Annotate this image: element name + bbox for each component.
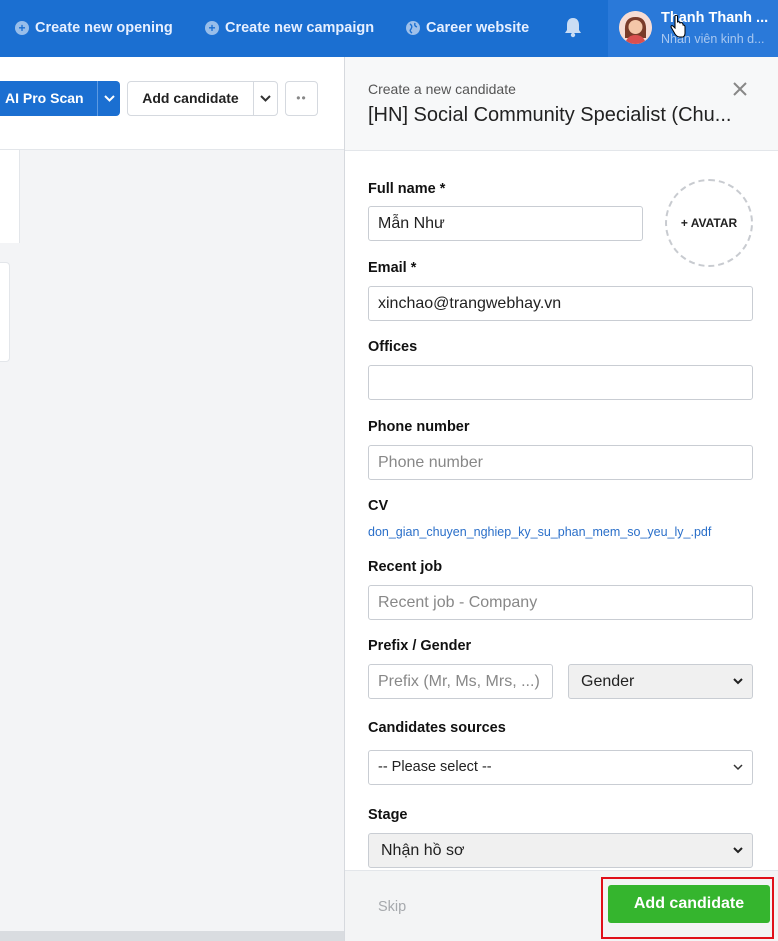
phone-input[interactable]: Phone number [368,445,753,480]
recent-job-input[interactable]: Recent job - Company [368,585,753,620]
gender-select-value: Gender [581,673,635,690]
stage-select-value: Nhận hồ sơ [381,842,465,859]
recent-job-label: Recent job [368,559,443,575]
chevron-down-icon [260,95,271,102]
stage-select[interactable]: Nhận hồ sơ [368,833,753,868]
globe-icon [406,21,420,35]
chevron-down-icon [104,95,115,102]
user-avatar [619,11,652,44]
mouse-pointer-icon [670,14,686,39]
full-name-label: Full name * [368,181,446,197]
create-new-campaign-label: Create new campaign [225,20,375,36]
candidate-sources-select[interactable]: -- Please select -- [368,750,753,785]
create-new-opening-link[interactable]: + Create new opening [15,18,173,38]
prefix-input[interactable]: Prefix (Mr, Ms, Mrs, ...) [368,664,553,699]
prefix-gender-label: Prefix / Gender [368,638,472,654]
ai-pro-scan-dropdown[interactable] [97,81,120,116]
create-new-campaign-link[interactable]: + Create new campaign [205,18,374,38]
cv-file-link[interactable]: don_gian_chuyen_nghiep_ky_su_phan_mem_so… [368,525,711,539]
user-menu[interactable]: Thanh Thanh ... Nhân viên kinh d... [608,0,778,57]
drawer-title: [HN] Social Community Specialist (Chu... [368,104,732,126]
avatar-upload[interactable]: + AVATAR [665,179,753,267]
top-navigation-bar: + Create new opening + Create new campai… [0,0,778,57]
create-candidate-drawer: Create a new candidate [HN] Social Commu… [344,57,778,941]
horizontal-scrollbar[interactable] [0,931,345,941]
drawer-header: Create a new candidate [HN] Social Commu… [345,57,778,151]
plus-circle-icon: + [15,21,29,35]
chevron-down-icon [732,834,744,870]
phone-label: Phone number [368,419,470,435]
skip-button[interactable]: Skip [378,899,406,915]
create-new-opening-label: Create new opening [35,20,173,36]
email-input[interactable]: xinchao@trangwebhay.vn [368,286,753,321]
candidate-sources-value: -- Please select -- [378,759,492,775]
more-options-button[interactable]: •• [285,81,318,116]
full-name-input[interactable]: Mẫn Như [368,206,643,241]
drawer-subtitle: Create a new candidate [368,81,516,97]
cv-label: CV [368,498,389,514]
chevron-down-icon [732,665,744,711]
notification-bell-icon[interactable] [563,16,583,38]
career-website-link[interactable]: Career website [406,18,529,38]
add-candidate-submit-button[interactable]: Add candidate [608,885,770,923]
collapsed-side-panel [0,150,20,243]
add-candidate-toolbar-button[interactable]: Add candidate [127,81,254,116]
ai-pro-scan-button[interactable]: AI Pro Scan [0,81,97,116]
career-website-label: Career website [426,20,530,36]
stage-label: Stage [368,807,408,823]
email-label: Email * [368,260,417,276]
collapsed-card [0,262,10,362]
plus-circle-icon: + [205,21,219,35]
offices-input[interactable] [368,365,753,400]
chevron-down-icon [732,751,744,797]
candidate-sources-label: Candidates sources [368,720,506,736]
offices-label: Offices [368,339,418,355]
candidate-form: Full name * Mẫn Như + AVATAR Email * xin… [345,151,778,870]
drawer-footer: Skip Add candidate [345,870,778,941]
gender-select[interactable]: Gender [568,664,753,699]
page-toolbar: AI Pro Scan Add candidate •• [0,57,345,150]
add-candidate-dropdown[interactable] [253,81,278,116]
close-icon[interactable] [730,79,750,99]
